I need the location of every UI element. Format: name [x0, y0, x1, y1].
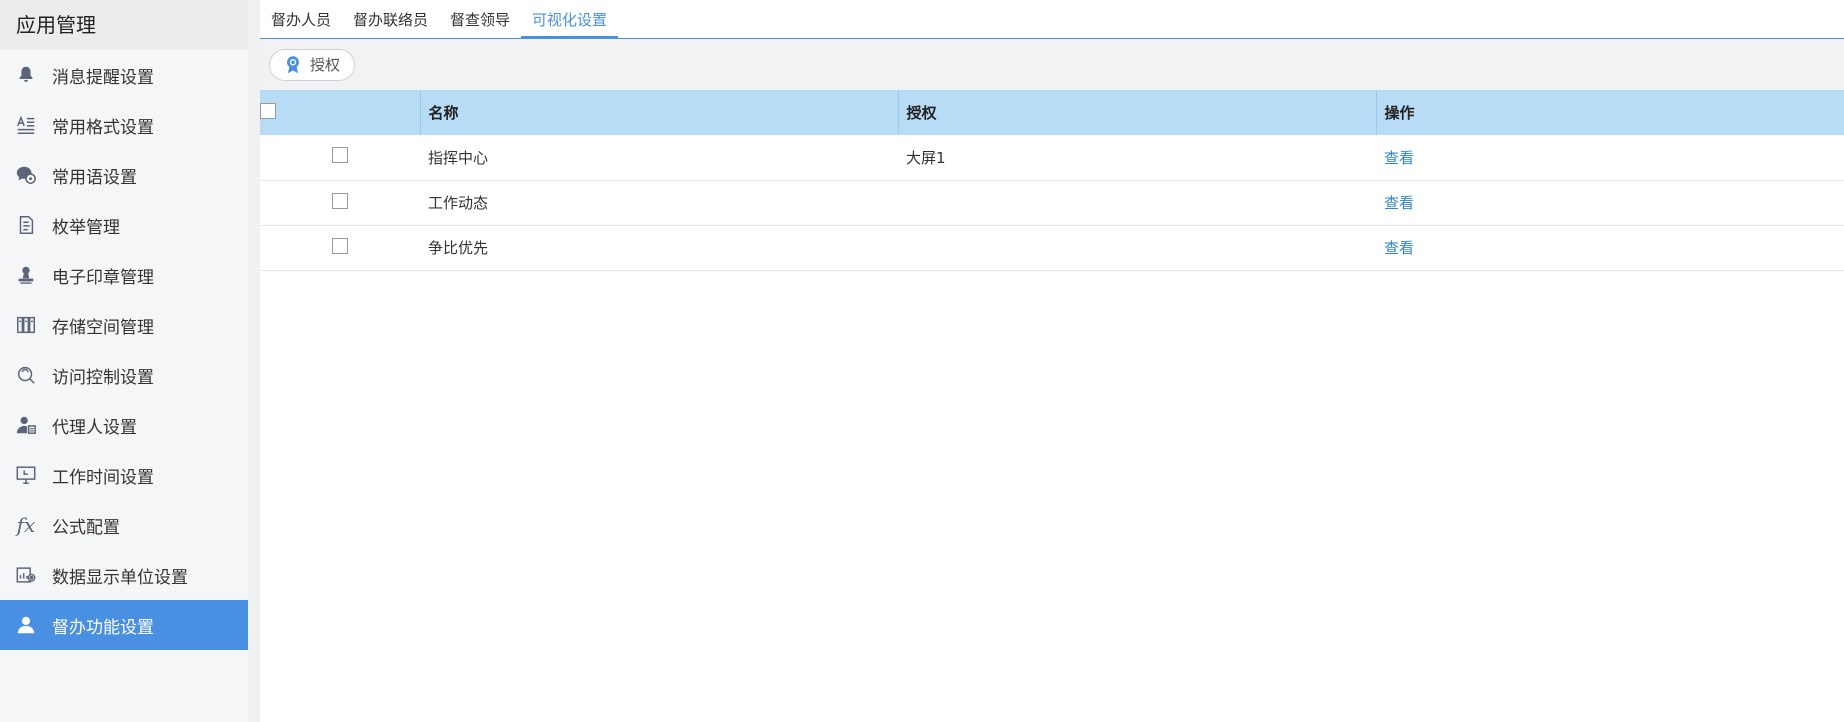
sidebar-item-work-time[interactable]: 工作时间设置	[0, 450, 248, 500]
cell-name: 争比优先	[428, 239, 489, 257]
chart-gear-icon	[14, 563, 38, 587]
cell-name: 指挥中心	[428, 148, 489, 167]
column-header-auth: 授权	[898, 90, 1377, 135]
row-checkbox[interactable]	[331, 192, 348, 209]
cell-auth	[898, 225, 1376, 270]
sidebar: 应用管理 消息提醒设置 常用格式设置 常用语设置 枚举管理 电子印章管理 存储空…	[0, 0, 248, 722]
view-link[interactable]: 查看	[1384, 239, 1414, 257]
cell-auth: 大屏1	[906, 148, 946, 167]
sidebar-item-message-reminder[interactable]: 消息提醒设置	[0, 50, 248, 100]
chat-bubbles-icon	[14, 163, 38, 187]
sidebar-item-label: 枚举管理	[52, 217, 120, 238]
select-all-cell	[260, 90, 421, 135]
sidebar-item-enum-management[interactable]: 枚举管理	[0, 200, 248, 250]
tab-inspection-leaders[interactable]: 督查领导	[439, 1, 521, 38]
cell-action: 查看	[1376, 225, 1844, 270]
row-check-cell	[260, 135, 420, 180]
access-control-icon	[14, 363, 38, 387]
fx-glyph: fx	[16, 513, 36, 537]
badge-icon	[282, 54, 304, 76]
user-icon	[14, 613, 38, 637]
sidebar-item-supervision-settings[interactable]: 督办功能设置	[0, 600, 248, 650]
main-content: 督办人员 督办联络员 督查领导 可视化设置 授权 名称 授权 操作 指挥中心 大…	[260, 0, 1844, 722]
sidebar-title: 应用管理	[0, 0, 248, 50]
column-header-name: 名称	[420, 90, 899, 135]
sidebar-item-label: 电子印章管理	[52, 267, 154, 288]
select-all-checkbox[interactable]	[260, 102, 276, 119]
app-window: 应用管理 消息提醒设置 常用格式设置 常用语设置 枚举管理 电子印章管理 存储空…	[0, 0, 1844, 722]
data-table: 名称 授权 操作 指挥中心 大屏1 查看 工作动态 查看 争比优先 查看	[260, 90, 1844, 271]
sidebar-item-label: 公式配置	[52, 517, 120, 538]
cell-action: 查看	[1376, 135, 1844, 180]
document-icon	[14, 213, 38, 237]
view-link[interactable]: 查看	[1384, 149, 1414, 167]
column-header-action: 操作	[1384, 104, 1415, 122]
cell-action: 查看	[1376, 180, 1844, 225]
table-row: 争比优先 查看	[260, 225, 1844, 270]
tab-bar: 督办人员 督办联络员 督查领导 可视化设置	[260, 0, 1844, 39]
sidebar-item-e-seal[interactable]: 电子印章管理	[0, 250, 248, 300]
view-link[interactable]: 查看	[1384, 194, 1414, 212]
sidebar-item-data-unit[interactable]: 数据显示单位设置	[0, 550, 248, 600]
tab-visualization-settings[interactable]: 可视化设置	[521, 1, 619, 38]
storage-icon	[14, 313, 38, 337]
sidebar-item-access-control[interactable]: 访问控制设置	[0, 350, 248, 400]
agent-user-icon	[14, 413, 38, 437]
sidebar-item-label: 督办功能设置	[52, 617, 154, 638]
sidebar-item-label: 代理人设置	[52, 417, 137, 438]
sidebar-item-label: 存储空间管理	[52, 317, 154, 338]
table-row: 指挥中心 大屏1 查看	[260, 135, 1844, 180]
bell-icon	[14, 63, 38, 87]
monitor-clock-icon	[14, 463, 38, 487]
fx-icon: fx	[14, 513, 38, 537]
sidebar-nav: 消息提醒设置 常用格式设置 常用语设置 枚举管理 电子印章管理 存储空间管理 访…	[0, 50, 248, 650]
table-row: 工作动态 查看	[260, 180, 1844, 225]
tab-liaisons[interactable]: 督办联络员	[342, 1, 439, 38]
sidebar-item-label: 消息提醒设置	[52, 67, 154, 88]
sidebar-divider	[248, 0, 260, 722]
sidebar-item-common-format[interactable]: 常用格式设置	[0, 100, 248, 150]
sidebar-item-agent-settings[interactable]: 代理人设置	[0, 400, 248, 450]
sidebar-item-formula-config[interactable]: fx 公式配置	[0, 500, 248, 550]
sidebar-item-label: 访问控制设置	[52, 367, 154, 388]
authorize-button[interactable]: 授权	[269, 48, 356, 81]
sidebar-item-storage-space[interactable]: 存储空间管理	[0, 300, 248, 350]
toolbar: 授权	[260, 39, 1844, 90]
row-check-cell	[260, 180, 420, 225]
tab-supervisors[interactable]: 督办人员	[260, 1, 342, 38]
stamp-icon	[14, 263, 38, 287]
sidebar-item-label: 常用语设置	[52, 167, 137, 188]
table-body: 指挥中心 大屏1 查看 工作动态 查看 争比优先 查看	[260, 135, 1844, 270]
row-checkbox[interactable]	[331, 147, 348, 164]
sidebar-item-label: 数据显示单位设置	[52, 567, 188, 588]
row-checkbox[interactable]	[331, 237, 348, 254]
cell-auth	[898, 180, 1376, 225]
row-check-cell	[260, 225, 420, 270]
table-header: 名称 授权 操作	[260, 90, 1844, 135]
text-format-icon	[14, 113, 38, 137]
sidebar-item-common-phrases[interactable]: 常用语设置	[0, 150, 248, 200]
sidebar-item-label: 工作时间设置	[52, 467, 154, 488]
cell-name: 工作动态	[428, 194, 489, 212]
authorize-label: 授权	[310, 56, 341, 74]
sidebar-item-label: 常用格式设置	[52, 117, 154, 138]
